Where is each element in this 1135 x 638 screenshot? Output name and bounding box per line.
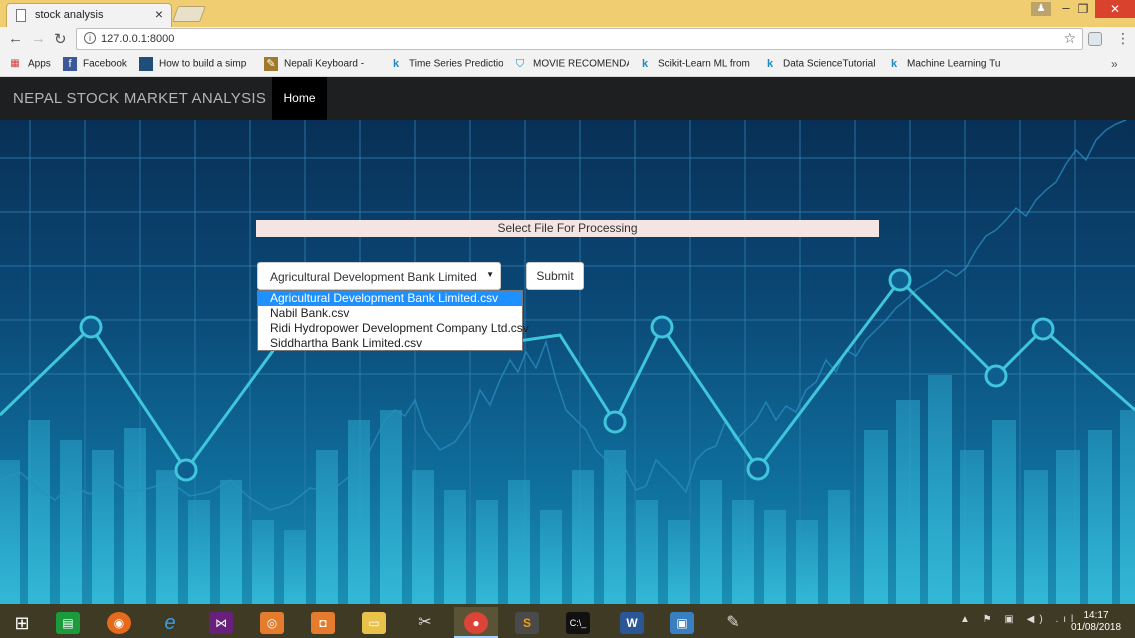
- stock-chart-background: [0, 120, 1135, 604]
- dropdown-arrow-icon: ▼: [486, 270, 494, 279]
- browser-menu-icon[interactable]: ⋮: [1116, 30, 1130, 47]
- bookmarks-more-icon[interactable]: »: [1111, 57, 1118, 71]
- browser-tab[interactable]: stock analysis ×: [6, 3, 172, 27]
- file-options-list: Agricultural Development Bank Limited.cs…: [257, 290, 529, 351]
- firefox-icon: ◉: [107, 611, 131, 634]
- taskbar-app-orange2[interactable]: ◘: [301, 607, 345, 638]
- taskbar-photos[interactable]: ▣: [660, 607, 704, 638]
- kaggle-icon: k: [766, 58, 774, 70]
- taskbar-edge[interactable]: e: [148, 607, 192, 638]
- keyboard-icon: ✎: [264, 57, 278, 71]
- kaggle-icon: k: [890, 58, 898, 70]
- taskbar-app-orange1[interactable]: ◎: [250, 607, 294, 638]
- browser-toolbar: ← → ↻ i 127.0.0.1:8000 ☆ ⋮: [0, 27, 1135, 53]
- taskbar-chrome[interactable]: ●: [454, 607, 498, 638]
- bookmarks-bar: ▦ Apps f Facebook How to build a simp ✎ Nep…: [0, 53, 1135, 77]
- site-navbar: NEPAL STOCK MARKET ANALYSIS Home: [0, 77, 1135, 120]
- taskbar-store[interactable]: ▤: [46, 607, 90, 638]
- store-icon: ▤: [56, 611, 80, 634]
- ie-icon: e: [164, 611, 176, 634]
- address-bar[interactable]: i 127.0.0.1:8000 ☆: [76, 28, 1083, 50]
- clock-date: 01/08/2018: [1070, 622, 1122, 633]
- bookmark-movie-recommend[interactable]: ⛉ MOVIE RECOMENDA: [513, 57, 629, 73]
- bookmark-scikit-learn[interactable]: k Scikit-Learn ML from: [638, 57, 752, 73]
- kaggle-icon: k: [392, 58, 400, 70]
- bookmark-facebook[interactable]: f Facebook: [63, 57, 135, 73]
- file-option[interactable]: Siddhartha Bank Limited.csv: [258, 336, 522, 351]
- taskbar-snipping[interactable]: ✂: [403, 607, 447, 638]
- photos-icon: ▣: [670, 611, 694, 634]
- tab-title: stock analysis: [35, 9, 104, 21]
- tab-close-icon[interactable]: ×: [155, 6, 163, 22]
- maximize-button[interactable]: ❐: [1072, 0, 1094, 18]
- back-arrow-icon[interactable]: ←: [8, 30, 23, 47]
- bookmark-time-series[interactable]: k Time Series Predictio: [389, 57, 503, 73]
- paint-icon: ✎: [726, 613, 740, 631]
- reload-icon[interactable]: ↻: [54, 30, 67, 48]
- apps-grid-icon: ▦: [10, 58, 20, 69]
- bookmark-machine-learning[interactable]: k Machine Learning Tu: [887, 57, 1003, 73]
- hero-background: [0, 120, 1135, 604]
- taskbar-sublime[interactable]: S: [505, 607, 549, 638]
- camera-icon: ◘: [311, 611, 335, 634]
- file-option[interactable]: Agricultural Development Bank Limited.cs…: [258, 291, 522, 306]
- windows-logo-icon: ⊞: [14, 612, 30, 633]
- bookmark-apps[interactable]: ▦ Apps: [8, 57, 58, 73]
- system-tray[interactable]: ▲ ⚑ ▣ ◀) .ıl: [960, 614, 1078, 625]
- folder-icon: ▭: [362, 611, 386, 634]
- taskbar-word[interactable]: W: [610, 607, 654, 638]
- bookmark-how-to-build[interactable]: How to build a simp: [139, 57, 253, 73]
- sublime-icon: S: [515, 611, 539, 634]
- selected-file-value: Agricultural Development Bank Limited.cs…: [270, 270, 478, 284]
- bookmark-star-icon[interactable]: ☆: [1063, 30, 1076, 47]
- bookmark-nepali-keyboard[interactable]: ✎ Nepali Keyboard -: [264, 57, 380, 73]
- facebook-icon: f: [63, 57, 77, 71]
- shield-icon: ⛉: [515, 58, 525, 70]
- new-tab-button[interactable]: [172, 6, 206, 22]
- app-icon: ◎: [260, 611, 284, 634]
- select-file-label: Select File For Processing: [256, 220, 879, 237]
- taskbar-firefox[interactable]: ◉: [97, 607, 141, 638]
- submit-button[interactable]: Submit: [526, 262, 584, 290]
- extension-icon[interactable]: [1088, 32, 1102, 46]
- page-favicon-icon: [16, 9, 26, 22]
- scissors-icon: ✂: [418, 613, 432, 631]
- word-icon: W: [620, 611, 644, 634]
- clock-time: 14:17: [1083, 610, 1109, 621]
- taskbar-file-explorer[interactable]: ▭: [352, 607, 396, 638]
- file-option[interactable]: Nabil Bank.csv: [258, 306, 522, 321]
- forward-arrow-icon[interactable]: →: [31, 30, 46, 47]
- kaggle-icon: k: [641, 58, 649, 70]
- price-series-line: [0, 120, 1127, 511]
- url-text[interactable]: 127.0.0.1:8000: [101, 33, 174, 45]
- chrome-icon: ●: [464, 611, 488, 634]
- close-window-button[interactable]: ✕: [1095, 0, 1135, 18]
- taskbar-clock[interactable]: 14:17 01/08/2018: [1064, 610, 1128, 634]
- nav-home-link[interactable]: Home: [272, 77, 327, 120]
- site-brand[interactable]: NEPAL STOCK MARKET ANALYSIS: [13, 90, 266, 107]
- info-icon[interactable]: i: [84, 32, 96, 44]
- profile-icon[interactable]: ♟: [1031, 2, 1051, 16]
- terminal-icon: C:\_: [566, 611, 590, 634]
- file-option[interactable]: Ridi Hydropower Development Company Ltd.…: [258, 321, 529, 336]
- taskbar-cmd[interactable]: C:\_: [556, 607, 600, 638]
- file-select-dropdown[interactable]: Agricultural Development Bank Limited.cs…: [257, 262, 501, 290]
- taskbar-visual-studio[interactable]: ⋈: [199, 607, 243, 638]
- windows-taskbar: ⊞ ▤ ◉ e ⋈ ◎ ◘ ▭ ✂ ● S C:\_ W ▣ ✎ ▲ ⚑ ▣ ◀…: [0, 604, 1135, 638]
- browser-titlebar: stock analysis × ♟ – ❐ ✕: [0, 0, 1135, 27]
- bookmark-data-science[interactable]: k Data ScienceTutorial: [763, 57, 879, 73]
- taskbar-paint[interactable]: ✎: [711, 607, 755, 638]
- page-icon: [139, 57, 153, 71]
- start-button[interactable]: ⊞: [0, 607, 44, 638]
- visual-studio-icon: ⋈: [209, 611, 233, 634]
